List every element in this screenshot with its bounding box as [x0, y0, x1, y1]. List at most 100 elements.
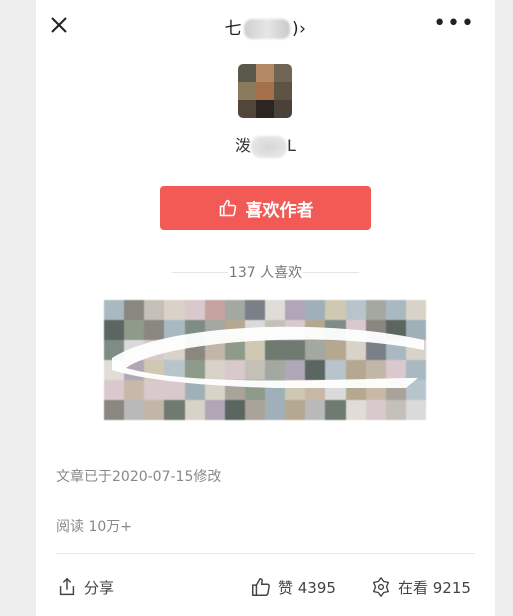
liker-avatar[interactable] [405, 400, 426, 420]
liker-avatar[interactable] [365, 400, 386, 420]
liker-avatar[interactable] [144, 380, 165, 400]
liker-avatar[interactable] [224, 340, 245, 360]
liker-avatar[interactable] [365, 320, 386, 340]
liker-avatar[interactable] [204, 380, 225, 400]
liker-avatar[interactable] [385, 300, 406, 320]
liker-avatar[interactable] [164, 360, 185, 380]
liker-avatar[interactable] [325, 360, 346, 380]
liker-avatar[interactable] [204, 340, 225, 360]
liker-avatar[interactable] [104, 300, 125, 320]
liker-avatar[interactable] [124, 320, 145, 340]
liker-avatar[interactable] [104, 380, 125, 400]
liker-avatar[interactable] [405, 300, 426, 320]
liker-avatar[interactable] [345, 360, 366, 380]
liker-avatar[interactable] [285, 400, 306, 420]
liker-avatar[interactable] [144, 360, 165, 380]
liker-avatar[interactable] [124, 360, 145, 380]
liker-avatar[interactable] [204, 320, 225, 340]
liker-avatar[interactable] [345, 300, 366, 320]
liker-avatar[interactable] [385, 340, 406, 360]
liker-avatar[interactable] [325, 340, 346, 360]
liker-avatar[interactable] [265, 400, 286, 420]
liker-avatar[interactable] [104, 320, 125, 340]
liker-avatar[interactable] [164, 300, 185, 320]
liker-avatar[interactable] [405, 360, 426, 380]
liker-avatar[interactable] [204, 360, 225, 380]
liker-avatar[interactable] [164, 340, 185, 360]
liker-avatar[interactable] [285, 300, 306, 320]
liker-avatar[interactable] [204, 400, 225, 420]
liker-avatar[interactable] [224, 320, 245, 340]
liker-avatar[interactable] [224, 400, 245, 420]
liker-avatar[interactable] [124, 380, 145, 400]
liker-avatar[interactable] [405, 380, 426, 400]
liker-avatar[interactable] [285, 360, 306, 380]
liker-avatar[interactable] [325, 320, 346, 340]
liker-avatar[interactable] [224, 380, 245, 400]
liker-avatar[interactable] [405, 320, 426, 340]
liker-avatar[interactable] [244, 300, 265, 320]
liker-avatar[interactable] [124, 400, 145, 420]
liker-avatar[interactable] [405, 340, 426, 360]
liker-avatar[interactable] [124, 300, 145, 320]
liker-avatar[interactable] [385, 360, 406, 380]
liker-avatar[interactable] [104, 340, 125, 360]
liker-avatar[interactable] [244, 340, 265, 360]
liker-avatar[interactable] [365, 300, 386, 320]
liker-avatar[interactable] [244, 400, 265, 420]
liker-avatar[interactable] [285, 340, 306, 360]
like-author-button[interactable]: 喜欢作者 [160, 186, 371, 230]
liker-avatar[interactable] [244, 360, 265, 380]
liker-avatar[interactable] [365, 340, 386, 360]
liker-avatar[interactable] [164, 400, 185, 420]
liker-avatar[interactable] [265, 380, 286, 400]
liker-avatar[interactable] [305, 320, 326, 340]
liker-avatar[interactable] [104, 400, 125, 420]
liker-avatar[interactable] [144, 400, 165, 420]
liker-avatar[interactable] [184, 300, 205, 320]
liker-avatar[interactable] [305, 340, 326, 360]
liker-avatar[interactable] [305, 380, 326, 400]
liker-avatar[interactable] [285, 380, 306, 400]
watching-button[interactable]: 在看 9215 [370, 576, 471, 598]
liker-avatar[interactable] [345, 320, 366, 340]
liker-avatar[interactable] [345, 380, 366, 400]
liker-avatar[interactable] [345, 340, 366, 360]
liker-avatar[interactable] [385, 380, 406, 400]
liker-avatar[interactable] [305, 400, 326, 420]
account-title[interactable]: 七)› [36, 14, 495, 39]
liker-avatar[interactable] [244, 380, 265, 400]
liker-avatar[interactable] [124, 340, 145, 360]
liker-avatars-grid[interactable] [104, 300, 426, 420]
liker-avatar[interactable] [265, 320, 286, 340]
liker-avatar[interactable] [184, 360, 205, 380]
liker-avatar[interactable] [164, 380, 185, 400]
share-button[interactable]: 分享 [56, 576, 114, 598]
like-article-button[interactable]: 赞 4395 [250, 576, 336, 598]
liker-avatar[interactable] [265, 340, 286, 360]
more-icon[interactable]: ••• [433, 13, 475, 35]
liker-avatar[interactable] [385, 320, 406, 340]
liker-avatar[interactable] [265, 300, 286, 320]
liker-avatar[interactable] [184, 400, 205, 420]
liker-avatar[interactable] [104, 360, 125, 380]
liker-avatar[interactable] [144, 320, 165, 340]
liker-avatar[interactable] [164, 320, 185, 340]
liker-avatar[interactable] [305, 360, 326, 380]
liker-avatar[interactable] [345, 400, 366, 420]
liker-avatar[interactable] [184, 340, 205, 360]
liker-avatar[interactable] [184, 380, 205, 400]
liker-avatar[interactable] [365, 380, 386, 400]
liker-avatar[interactable] [305, 300, 326, 320]
liker-avatar[interactable] [224, 300, 245, 320]
liker-avatar[interactable] [365, 360, 386, 380]
liker-avatar[interactable] [325, 380, 346, 400]
liker-avatar[interactable] [285, 320, 306, 340]
liker-avatar[interactable] [244, 320, 265, 340]
liker-avatar[interactable] [204, 300, 225, 320]
author-avatar[interactable] [238, 64, 292, 118]
liker-avatar[interactable] [144, 300, 165, 320]
liker-avatar[interactable] [144, 340, 165, 360]
liker-avatar[interactable] [385, 400, 406, 420]
liker-avatar[interactable] [224, 360, 245, 380]
